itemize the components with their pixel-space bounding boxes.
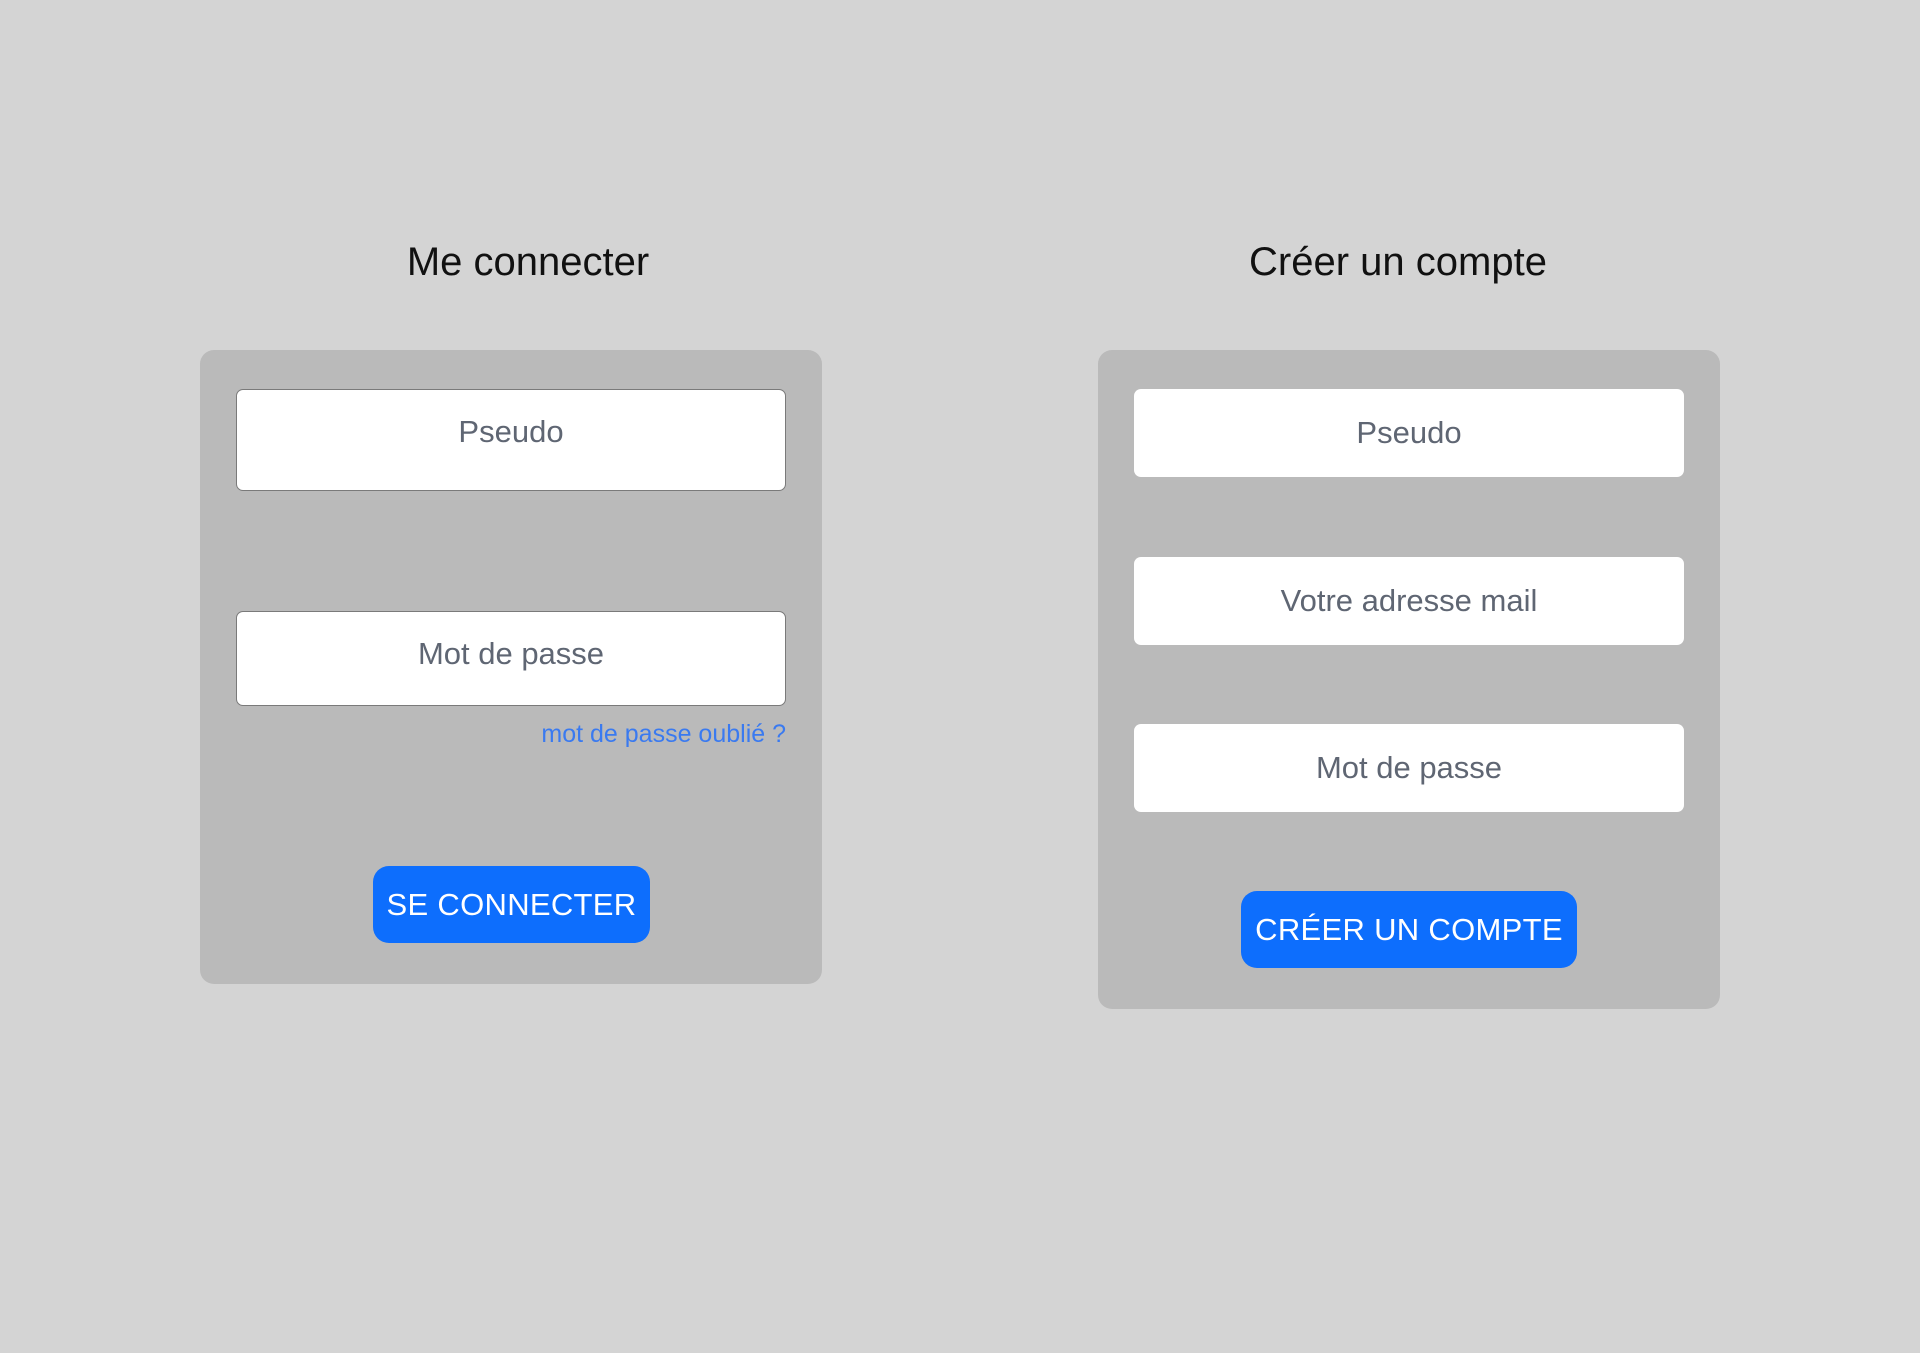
login-button[interactable]: SE CONNECTER — [373, 866, 650, 943]
register-username-input[interactable] — [1134, 389, 1684, 477]
register-password-input[interactable] — [1134, 724, 1684, 812]
create-account-button[interactable]: CRÉER UN COMPTE — [1241, 891, 1577, 968]
login-password-input[interactable] — [236, 611, 786, 706]
register-title: Créer un compte — [1249, 240, 1547, 284]
login-panel: mot de passe oublié ? SE CONNECTER — [200, 350, 822, 984]
login-title: Me connecter — [406, 240, 650, 284]
login-username-input[interactable] — [236, 389, 786, 491]
forgot-password-link[interactable]: mot de passe oublié ? — [541, 720, 786, 749]
register-email-input[interactable] — [1134, 557, 1684, 645]
register-panel: CRÉER UN COMPTE — [1098, 350, 1720, 1009]
